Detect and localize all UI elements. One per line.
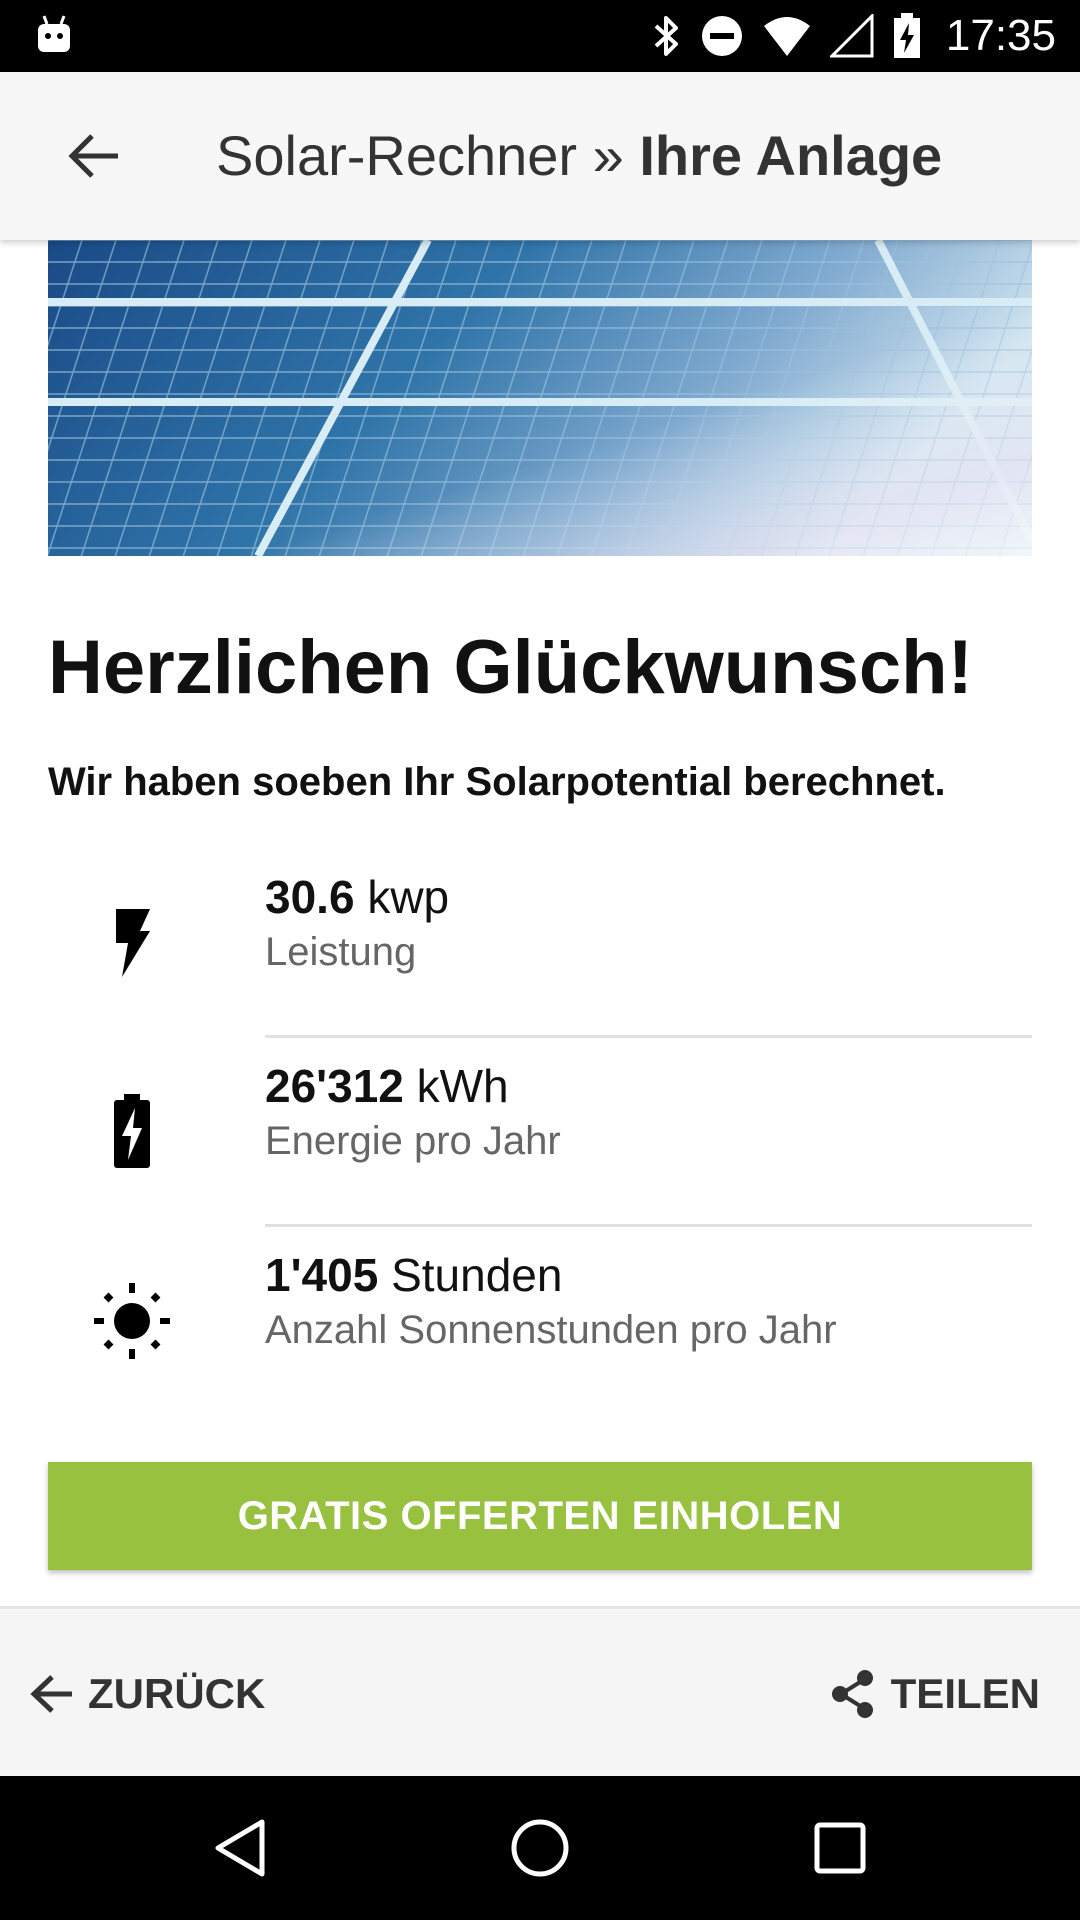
stat-power: 30.6 kwp Leistung	[0, 848, 1080, 1038]
arrow-left-icon	[30, 1675, 72, 1713]
back-button[interactable]: ZURÜCK	[30, 1609, 265, 1779]
get-free-offers-button[interactable]: GRATIS OFFERTEN EINHOLEN	[48, 1462, 1032, 1570]
stat-value-line: 1'405 Stunden	[265, 1248, 562, 1302]
share-button[interactable]: TEILEN	[829, 1609, 1040, 1779]
battery-charging-icon	[80, 1037, 184, 1227]
page-title: Solar-Rechner » Ihre Anlage	[216, 72, 942, 240]
solar-panel-image	[48, 240, 1032, 556]
bottom-action-bar: ZURÜCK TEILEN	[0, 1606, 1080, 1776]
stat-unit: kWh	[416, 1060, 509, 1112]
signal-icon	[829, 14, 874, 58]
stat-value-line: 26'312 kWh	[265, 1059, 509, 1113]
stat-label: Leistung	[265, 930, 417, 974]
share-icon	[831, 1670, 873, 1718]
stat-value: 30.6	[265, 871, 355, 923]
stat-energy: 26'312 kWh Energie pro Jahr	[0, 1037, 1080, 1227]
status-bar: 17:35	[0, 0, 1080, 72]
back-button-label: ZURÜCK	[88, 1670, 266, 1717]
stat-unit: Stunden	[391, 1249, 563, 1301]
stat-value: 1'405	[265, 1249, 379, 1301]
android-robot-icon	[38, 15, 70, 52]
stat-value: 26'312	[265, 1060, 404, 1112]
nav-back-icon[interactable]	[204, 1812, 276, 1884]
wifi-icon	[763, 17, 810, 56]
nav-recents-icon[interactable]	[804, 1812, 876, 1884]
share-button-label: TEILEN	[890, 1670, 1040, 1717]
headline: Herzlichen Glückwunsch!	[48, 625, 973, 710]
stat-sun-hours: 1'405 Stunden Anzahl Sonnenstunden pro J…	[0, 1226, 1080, 1416]
stat-unit: kwp	[367, 871, 450, 923]
back-arrow-icon[interactable]	[62, 124, 126, 188]
sun-icon	[80, 1226, 184, 1416]
system-nav-bar	[0, 1776, 1080, 1920]
stat-label: Anzahl Sonnenstunden pro Jahr	[265, 1308, 837, 1352]
title-main: Ihre Anlage	[639, 124, 943, 187]
bluetooth-icon	[654, 16, 678, 56]
lightning-bolt-icon	[80, 848, 184, 1038]
title-prefix: Solar-Rechner »	[216, 124, 640, 187]
stat-label: Energie pro Jahr	[265, 1119, 561, 1163]
status-icons: 17:35	[652, 0, 1056, 72]
nav-home-icon[interactable]	[504, 1812, 576, 1884]
do-not-disturb-icon	[701, 16, 742, 56]
subline: Wir haben soeben Ihr Solarpotential bere…	[48, 760, 946, 804]
stat-value-line: 30.6 kwp	[265, 870, 449, 924]
app-bar: Solar-Rechner » Ihre Anlage	[0, 72, 1080, 240]
status-time: 17:35	[945, 11, 1056, 60]
battery-charging-icon	[893, 13, 920, 58]
